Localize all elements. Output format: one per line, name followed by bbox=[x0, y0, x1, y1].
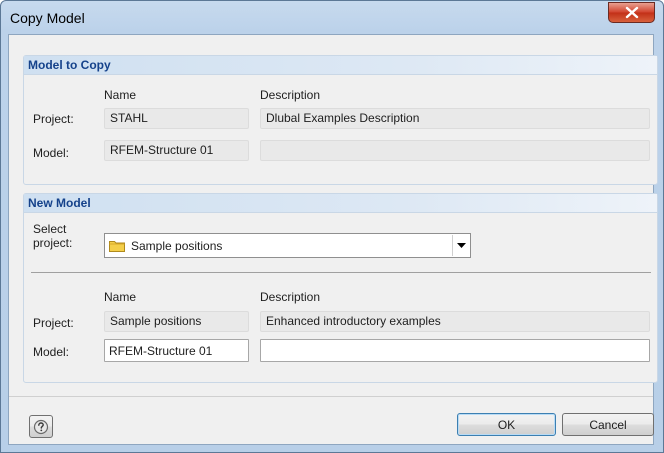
new-model-description-input[interactable] bbox=[260, 339, 650, 362]
source-model-name: RFEM-Structure 01 bbox=[104, 140, 249, 161]
group-header-model-to-copy: Model to Copy bbox=[24, 56, 657, 75]
dropdown-arrow-button[interactable] bbox=[452, 235, 469, 256]
target-project-description: Enhanced introductory examples bbox=[260, 311, 650, 332]
model-label: Model: bbox=[33, 345, 70, 359]
target-project-name: Sample positions bbox=[104, 311, 249, 332]
close-button[interactable] bbox=[608, 2, 655, 23]
help-button[interactable] bbox=[29, 415, 53, 438]
source-model-description bbox=[260, 140, 650, 161]
project-select-dropdown[interactable]: Sample positions bbox=[104, 233, 471, 258]
selected-project: Sample positions bbox=[131, 238, 223, 253]
column-header-description: Description bbox=[260, 290, 321, 304]
dialog-title: Copy Model bbox=[10, 10, 85, 26]
project-label: Project: bbox=[33, 112, 74, 126]
select-project-label-line1: Select bbox=[33, 222, 67, 236]
column-header-name: Name bbox=[104, 290, 137, 304]
title-bar[interactable]: Copy Model bbox=[1, 1, 663, 35]
source-project-description: Dlubal Examples Description bbox=[260, 108, 650, 129]
project-label: Project: bbox=[33, 316, 74, 330]
model-label: Model: bbox=[33, 146, 70, 160]
column-header-description: Description bbox=[260, 88, 321, 102]
group-separator bbox=[31, 272, 651, 273]
source-project-name: STAHL bbox=[104, 108, 249, 129]
close-icon bbox=[625, 6, 638, 19]
chevron-down-icon bbox=[456, 242, 466, 248]
group-header-new-model: New Model bbox=[24, 194, 657, 213]
folder-icon bbox=[109, 241, 125, 252]
cancel-button[interactable]: Cancel bbox=[562, 413, 654, 436]
ok-button[interactable]: OK bbox=[457, 413, 556, 436]
help-icon bbox=[33, 419, 49, 434]
footer-separator bbox=[9, 396, 653, 397]
column-header-name: Name bbox=[104, 88, 137, 102]
select-project-label-line2: project: bbox=[33, 236, 73, 250]
new-model-name-input[interactable] bbox=[104, 339, 249, 362]
